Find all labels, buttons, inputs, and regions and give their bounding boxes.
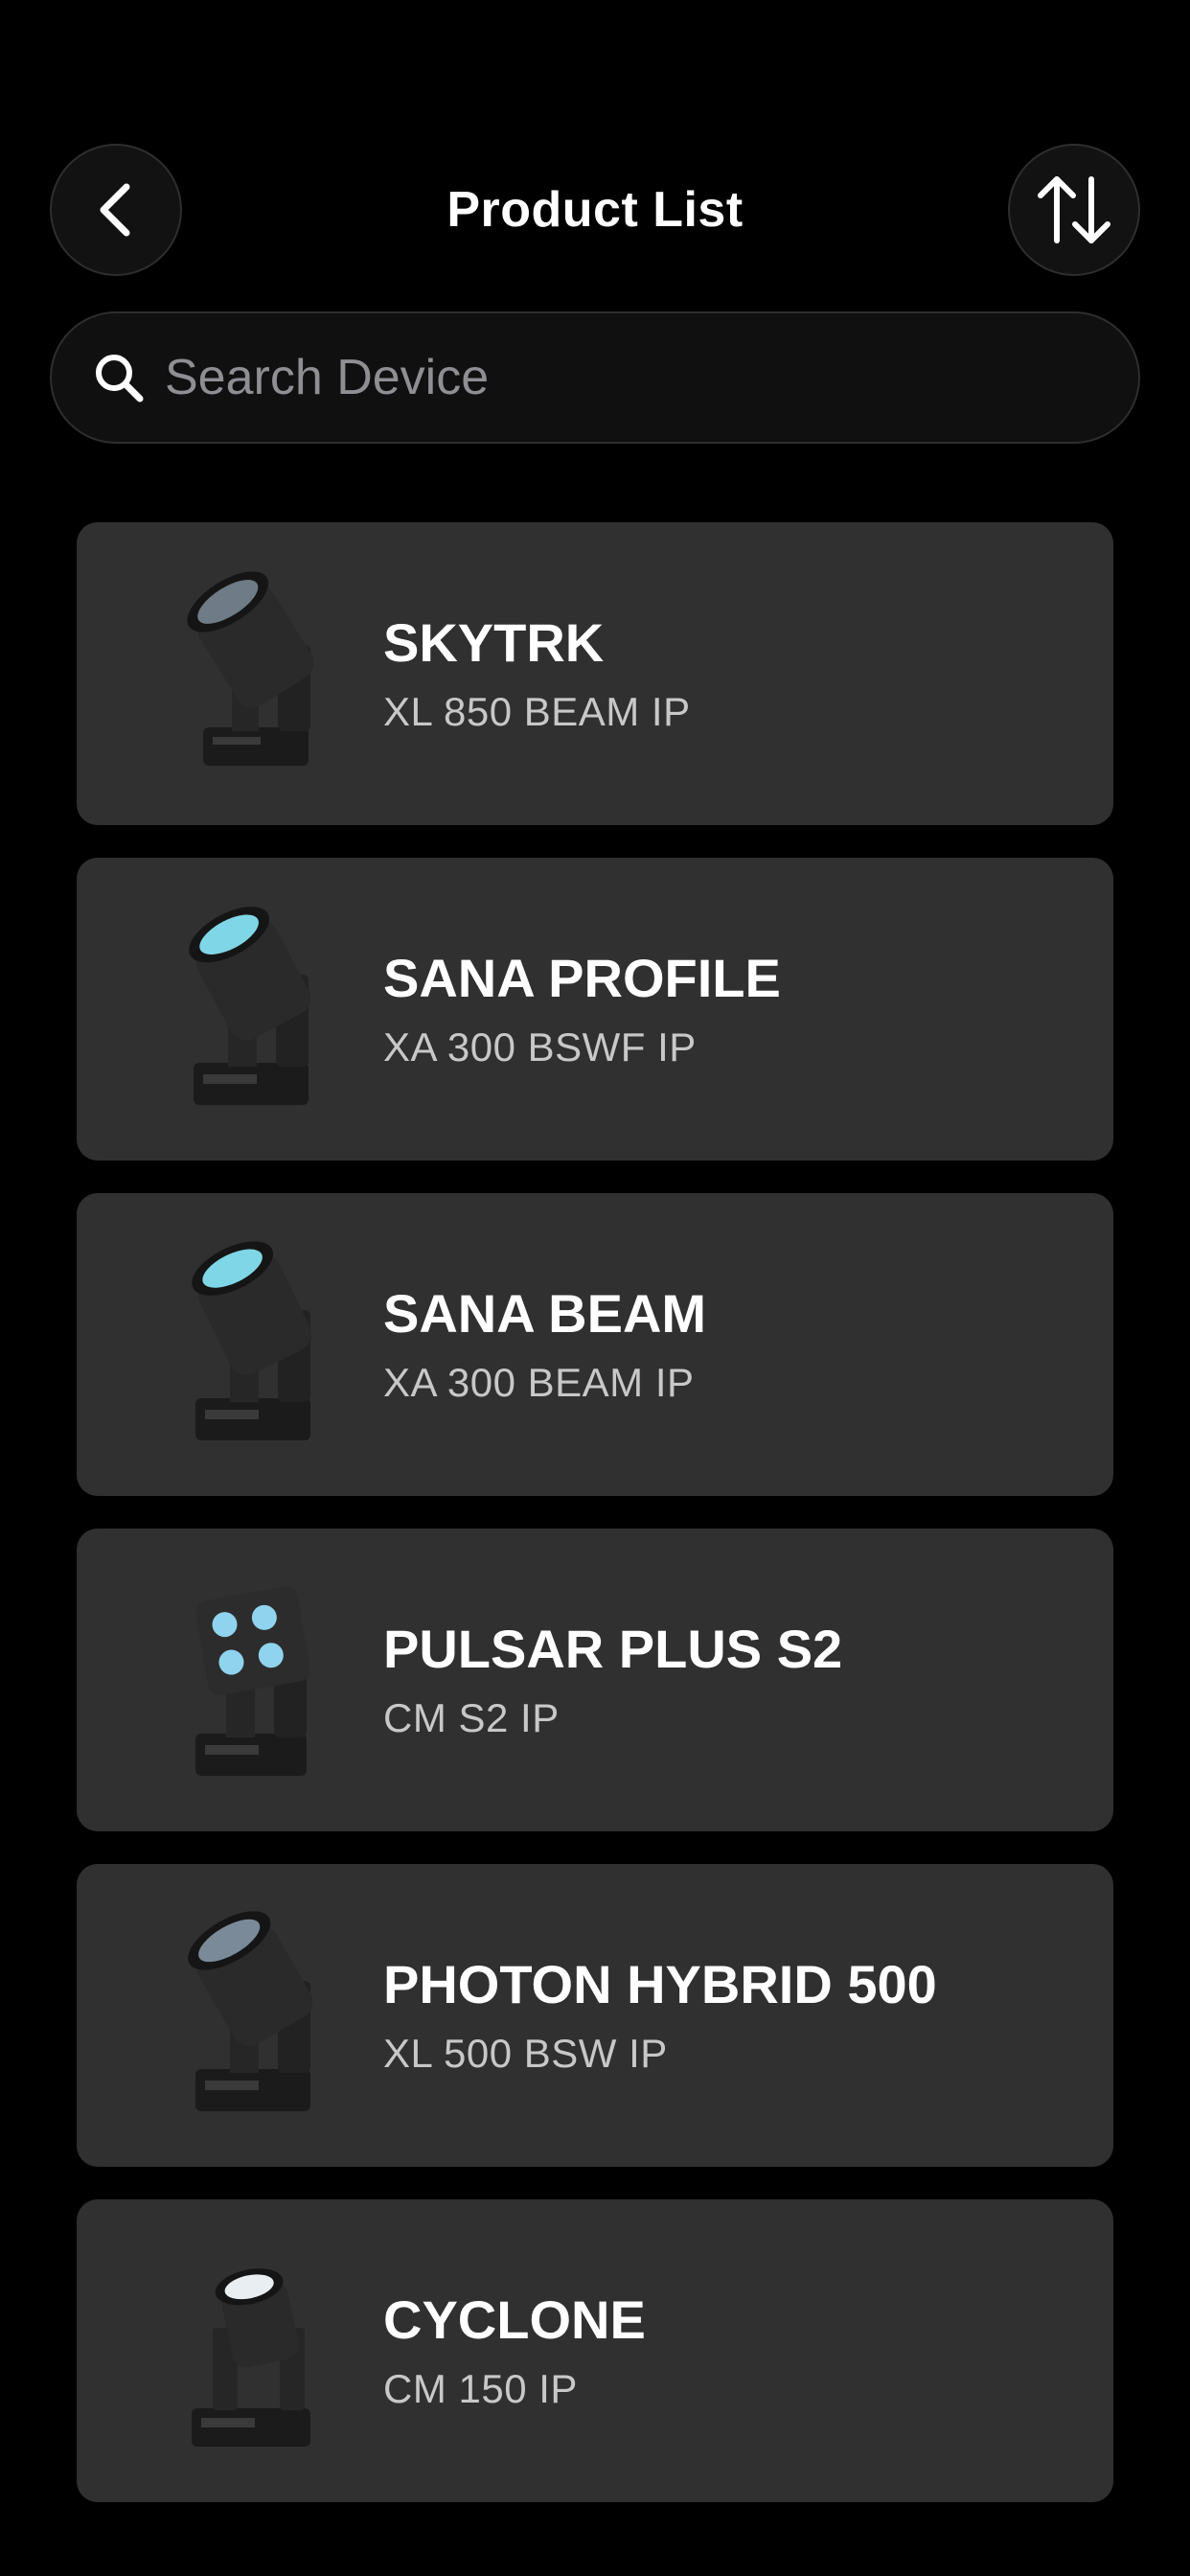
product-model: XA 300 BSWF IP [383,1024,697,1070]
sort-arrows-icon [1038,176,1110,243]
product-card[interactable]: SKYTRK XL 850 BEAM IP [77,522,1113,825]
product-name: SKYTRK [383,612,605,673]
search-bar[interactable] [50,311,1140,444]
moving-head-beam-large-image [187,571,314,766]
product-model: XL 850 BEAM IP [383,689,691,734]
product-model: CM S2 IP [383,1695,560,1740]
moving-head-profile-image [189,907,311,1105]
product-name: PHOTON HYBRID 500 [383,1954,937,2014]
product-card[interactable]: CYCLONE CM 150 IP [77,2199,1113,2502]
product-name: SANA PROFILE [383,948,781,1008]
product-card[interactable]: PHOTON HYBRID 500 XL 500 BSW IP [77,1864,1113,2167]
header: Product List [0,0,1190,288]
product-model: XA 300 BEAM IP [383,1360,695,1405]
product-model: XL 500 BSW IP [383,2031,668,2076]
search-input[interactable] [165,339,1027,416]
product-name: SANA BEAM [383,1283,707,1344]
product-card[interactable]: SANA PROFILE XA 300 BSWF IP [77,858,1113,1161]
moving-head-led-wash-image [195,1586,310,1776]
search-icon [90,349,148,406]
product-name: PULSAR PLUS S2 [383,1619,843,1679]
product-card[interactable]: PULSAR PLUS S2 CM S2 IP [77,1529,1113,1831]
moving-head-beam-image [192,1241,312,1440]
product-name: CYCLONE [383,2289,646,2350]
product-card[interactable]: SANA BEAM XA 300 BEAM IP [77,1193,1113,1496]
moving-head-hybrid-image [188,1911,313,2111]
product-list: SKYTRK XL 850 BEAM IP SANA PROFILE XA 30… [77,522,1113,2535]
moving-head-compact-image [192,2268,310,2447]
sort-button[interactable] [1008,144,1140,276]
product-model: CM 150 IP [383,2366,578,2411]
